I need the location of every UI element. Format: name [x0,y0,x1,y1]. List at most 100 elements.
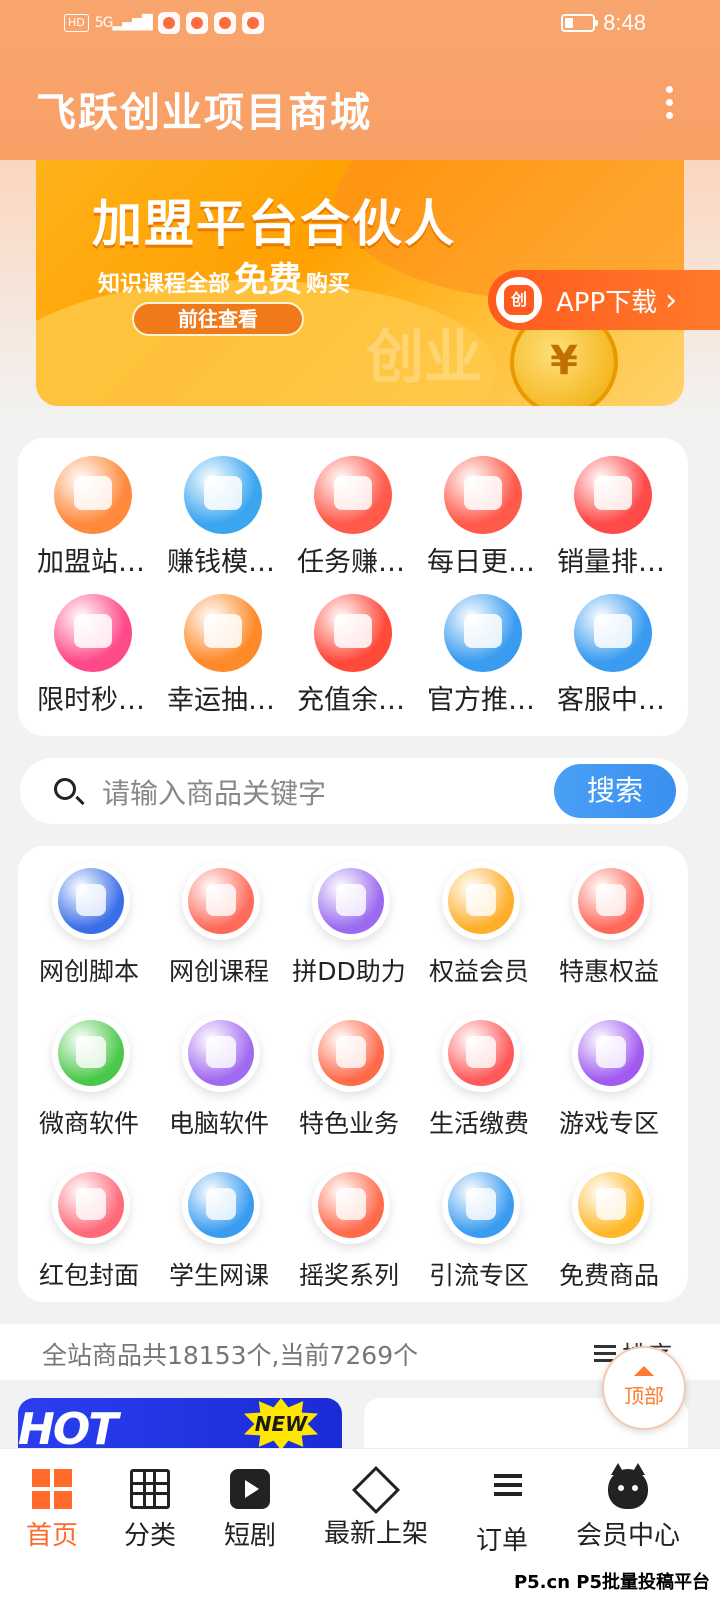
back-to-top-button[interactable]: 顶部 [602,1346,686,1430]
category-item[interactable]: 拼DD助力 [284,862,414,990]
category-label: 权益会员 [428,957,529,986]
book-icon [184,456,262,534]
notification-app-icon [157,12,180,34]
rank-icon [574,456,652,534]
quick-menu-item[interactable]: 加盟站… [26,456,156,580]
category-item[interactable]: 网创课程 [154,862,284,990]
quick-menu-item[interactable]: 任务赚… [286,456,416,580]
search-input[interactable]: 请输入商品关键字 [102,772,326,812]
category-label: 学生网课 [168,1261,269,1290]
service-icon [574,594,652,672]
nav-item[interactable]: 订单 [462,1469,542,1569]
notification-app-icon [185,12,208,34]
banner-cta-button[interactable]: 前往查看 [132,302,304,336]
quick-menu-label: 充值余… [297,685,405,716]
category-label: 特惠权益 [558,957,659,986]
nav-item[interactable]: 分类 [110,1469,190,1569]
nav-item[interactable]: 最新上架 [311,1465,441,1569]
product-count-text: 全站商品共18153个,当前7269个 [42,1341,419,1370]
quick-menu-item[interactable]: 限时秒… [26,594,156,718]
nav-item[interactable]: 会员中心 [563,1463,693,1569]
gamepad-icon [572,1014,650,1092]
more-menu-icon[interactable] [664,86,674,122]
wallet-red-icon [442,1014,520,1092]
nav-label: 短剧 [223,1521,276,1551]
category-label: 特色业务 [298,1109,399,1138]
numbered-list-icon [482,1474,522,1514]
star-hand-icon [312,1166,390,1244]
arrow-up-icon [634,1366,654,1376]
category-item[interactable]: 免费商品 [544,1166,674,1294]
category-label: 微商软件 [38,1109,139,1138]
category-label: 拼DD助力 [292,957,406,986]
play-icon [230,1469,270,1509]
category-label: 摇奖系列 [298,1261,399,1290]
megaphone-icon [444,594,522,672]
category-item[interactable]: 特色业务 [284,1014,414,1142]
app-download-button[interactable]: 创 APP下载 › [488,270,720,330]
coins-icon [442,862,520,940]
quick-menu-item[interactable]: 幸运抽… [156,594,286,718]
graduation-icon [182,1166,260,1244]
nav-label: 订单 [475,1526,528,1556]
quick-menu-label: 赚钱模… [167,547,275,578]
search-button[interactable]: 搜索 [554,764,676,818]
banner-subtitle: 知识课程全部 免费 购买 [98,260,351,300]
category-label: 电脑软件 [168,1109,269,1138]
quick-menu-label: 任务赚… [297,547,405,578]
people-icon [442,1166,520,1244]
category-card: 网创脚本 网创课程 拼DD助力 权益会员 特惠权益微商软件 电脑软件 特色业务 生活缴费 游戏专… [18,846,688,1302]
category-label: 网创脚本 [38,957,139,986]
category-item[interactable]: 权益会员 [414,862,544,990]
quick-menu-label: 幸运抽… [167,685,275,716]
quick-menu-item[interactable]: 充值余… [286,594,416,718]
category-item[interactable]: 引流专区 [414,1166,544,1294]
nav-item[interactable]: 短剧 [210,1469,290,1569]
quick-menu-item[interactable]: 客服中… [546,594,676,718]
category-label: 免费商品 [558,1261,659,1290]
weibo-icon [241,12,264,34]
category-item[interactable]: 游戏专区 [544,1014,674,1142]
category-label: 引流专区 [428,1261,529,1290]
quick-menu-item[interactable]: 官方推… [416,594,546,718]
app-download-label: APP下载 [556,287,658,318]
category-label: 游戏专区 [558,1109,659,1138]
watermark: P5.cn P5批量投稿平台 [511,1568,712,1594]
quick-menu-item[interactable]: 销量排… [546,456,676,580]
notification-app-icon [213,12,236,34]
banner-title: 加盟平台合伙人 [92,195,456,253]
quick-menu-label: 官方推… [427,685,535,716]
quick-menu-label: 每日更… [427,547,535,578]
alarm-bolt-icon [312,1014,390,1092]
nav-label: 会员中心 [575,1521,680,1551]
quick-menu-card: 加盟站… 赚钱模… 任务赚… 每日更… 销量排… 限时秒… 幸运抽… 充值余… 官方推… 客服中… [18,438,688,736]
category-item[interactable]: 网创脚本 [24,862,154,990]
nav-label: 最新上架 [323,1519,428,1549]
search-bar: 请输入商品关键字 搜索 [20,758,688,824]
gift-box-icon [572,1166,650,1244]
category-item[interactable]: 红包封面 [24,1166,154,1294]
task-icon [314,456,392,534]
category-item[interactable]: 电脑软件 [154,1014,284,1142]
category-item[interactable]: 学生网课 [154,1166,284,1294]
flame-blue-icon [52,862,130,940]
app-logo-icon: 创 [496,277,542,323]
category-item[interactable]: 特惠权益 [544,862,674,990]
bag-icon [444,456,522,534]
category-label: 网创课程 [168,957,269,986]
category-item[interactable]: 摇奖系列 [284,1166,414,1294]
diamond-icon [351,1465,401,1515]
page-title: 飞跃创业项目商城 [36,90,372,136]
quick-menu-label: 客服中… [557,685,665,716]
nav-label: 首页 [25,1521,78,1551]
status-bar: HD 5G▂▄▆█ 8:48 [0,0,720,50]
quick-menu-label: 加盟站… [37,547,145,578]
category-item[interactable]: 微商软件 [24,1014,154,1142]
redpacket-icon [52,1166,130,1244]
clock: 8:48 [603,10,646,35]
alarm-icon [54,594,132,672]
nav-item[interactable]: 首页 [12,1469,92,1569]
quick-menu-item[interactable]: 赚钱模… [156,456,286,580]
quick-menu-item[interactable]: 每日更… [416,456,546,580]
category-item[interactable]: 生活缴费 [414,1014,544,1142]
